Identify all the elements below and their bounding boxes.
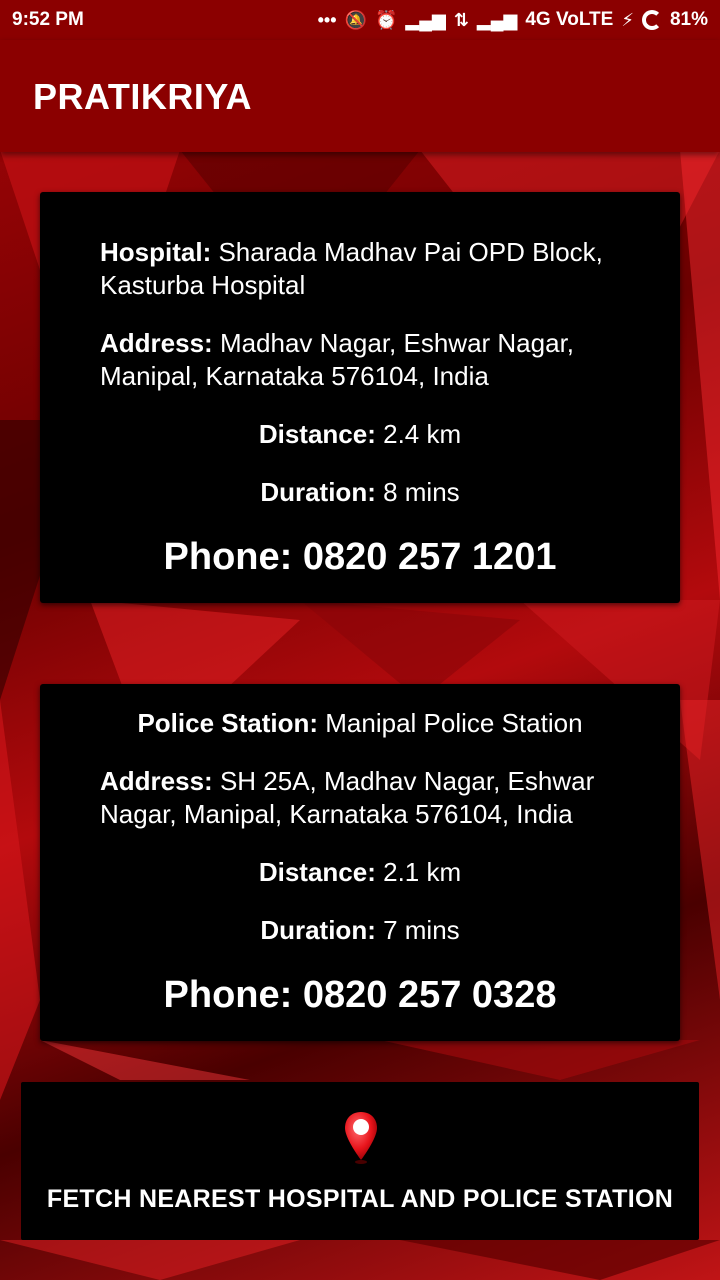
signal-icon: ▂▄▆: [476, 10, 518, 30]
police-duration-row: Duration: 7 mins: [40, 914, 680, 947]
police-address-label: Address:: [100, 766, 213, 796]
police-name-label: Police Station:: [137, 708, 319, 738]
status-bar: 9:52 PM ••• 🔕 ⏰ ▂▄▆ ⇅ ▂▄▆ 4G VoLTE ⚡ 81%: [0, 0, 720, 40]
police-phone-label: Phone:: [163, 974, 293, 1016]
alarm-icon: ⏰: [374, 10, 398, 30]
hospital-card: Hospital: Sharada Madhav Pai OPD Block, …: [40, 192, 680, 603]
status-time: 9:52 PM: [12, 9, 84, 30]
police-name-row: Police Station: Manipal Police Station: [40, 707, 680, 740]
signal-icon: ▂▄▆: [405, 10, 446, 30]
hospital-phone[interactable]: Phone: 0820 257 1201: [40, 536, 680, 579]
hospital-duration-label: Duration:: [260, 477, 376, 507]
police-phone[interactable]: Phone: 0820 257 0328: [40, 974, 680, 1017]
app-title: PRATIKRIYA: [33, 76, 253, 117]
data-arrows-icon: ⇅: [453, 10, 469, 30]
more-dots-icon: •••: [317, 10, 337, 30]
hospital-distance: 2.4 km: [383, 419, 462, 449]
hospital-duration-row: Duration: 8 mins: [40, 476, 680, 509]
charging-icon: ⚡: [621, 10, 634, 30]
police-duration: 7 mins: [383, 915, 460, 945]
hospital-phone-number[interactable]: 0820 257 1201: [303, 536, 557, 578]
hospital-address-label: Address:: [100, 328, 213, 358]
police-distance-label: Distance:: [258, 857, 376, 887]
fetch-nearest-button[interactable]: FETCH NEAREST HOSPITAL AND POLICE STATIO…: [21, 1082, 699, 1240]
hospital-distance-row: Distance: 2.4 km: [40, 418, 680, 451]
hospital-name-row: Hospital: Sharada Madhav Pai OPD Block, …: [100, 236, 630, 302]
status-icons: ••• 🔕 ⏰ ▂▄▆ ⇅ ▂▄▆ 4G VoLTE ⚡ 81%: [318, 6, 708, 34]
police-distance: 2.1 km: [383, 857, 462, 887]
police-address-row: Address: SH 25A, Madhav Nagar, Eshwar Na…: [100, 765, 630, 831]
police-duration-label: Duration:: [260, 915, 376, 945]
hospital-phone-label: Phone:: [163, 536, 293, 578]
battery-percent: 81%: [669, 9, 708, 30]
hospital-address-row: Address: Madhav Nagar, Eshwar Nagar, Man…: [100, 327, 630, 393]
silent-icon: 🔕: [344, 10, 367, 30]
police-card: Police Station: Manipal Police Station A…: [40, 684, 680, 1041]
hospital-distance-label: Distance:: [258, 419, 376, 449]
police-name: Manipal Police Station: [325, 708, 583, 738]
battery-ring-icon: [641, 10, 662, 30]
fetch-button-label: FETCH NEAREST HOSPITAL AND POLICE STATIO…: [46, 1185, 674, 1213]
hospital-name-label: Hospital:: [100, 237, 212, 267]
location-pin-icon: [345, 1112, 377, 1164]
network-type: 4G VoLTE: [525, 9, 614, 30]
app-bar: PRATIKRIYA: [0, 40, 720, 152]
police-distance-row: Distance: 2.1 km: [40, 856, 680, 889]
police-phone-number[interactable]: 0820 257 0328: [303, 974, 557, 1016]
hospital-duration: 8 mins: [383, 477, 460, 507]
